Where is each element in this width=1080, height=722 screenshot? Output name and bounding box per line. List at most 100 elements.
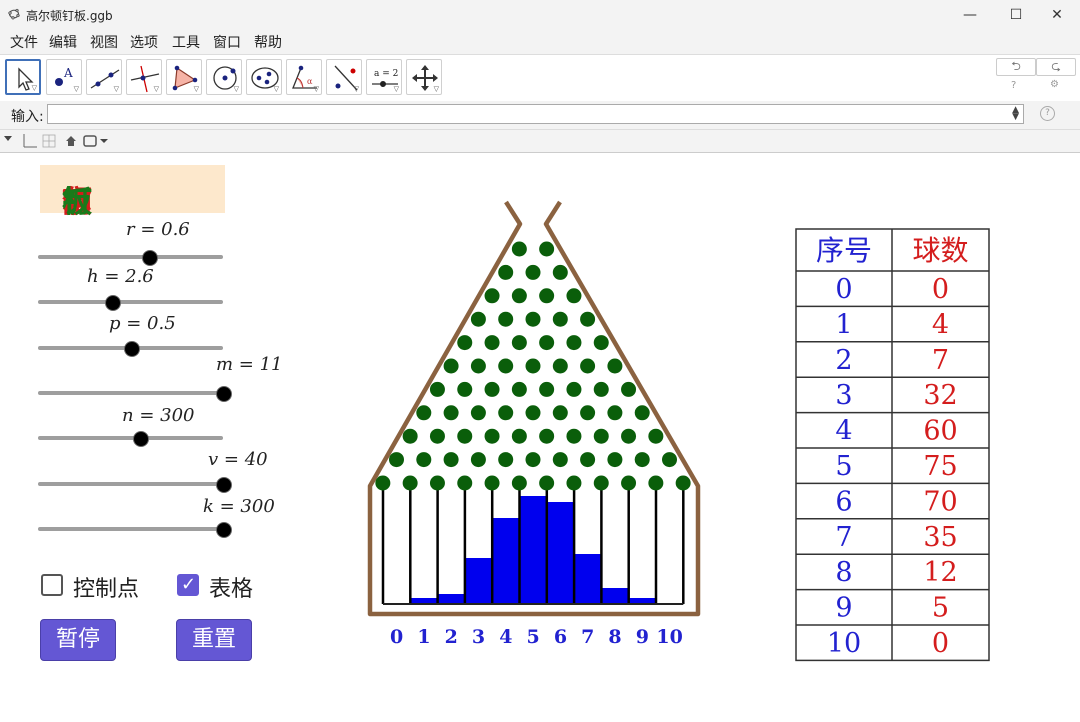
peg: [552, 358, 568, 374]
table-cell: 60: [923, 416, 957, 447]
bin-label: 1: [417, 626, 430, 648]
peg: [648, 428, 664, 444]
peg: [443, 452, 459, 468]
peg: [484, 475, 500, 491]
minimize-button[interactable]: —: [947, 0, 993, 30]
svg-text:A: A: [63, 66, 73, 80]
maximize-button[interactable]: ☐: [993, 0, 1039, 30]
peg: [593, 381, 609, 397]
peg: [484, 428, 500, 444]
title-bar: 高尔顿钉板.ggb — ☐ ✕: [0, 0, 1080, 30]
polygon-tool[interactable]: ▽: [166, 59, 202, 95]
menu-item[interactable]: 帮助: [254, 32, 282, 52]
help-icon[interactable]: ?: [1011, 80, 1016, 91]
graphics-view[interactable]: 高尔顿钉板 r = 0.6 h = 2.6 p = 0.5 m = 11 n = 300…: [0, 153, 1080, 722]
peg: [443, 358, 459, 374]
circle-tool[interactable]: ▽: [206, 59, 242, 95]
peg: [539, 475, 555, 491]
menu-item[interactable]: 窗口: [213, 32, 241, 52]
peg: [389, 452, 404, 468]
peg: [566, 335, 582, 351]
peg: [525, 452, 541, 468]
peg: [566, 428, 582, 444]
bin-label: 2: [445, 626, 458, 648]
peg: [580, 405, 596, 421]
peg: [457, 381, 473, 397]
reflect-tool[interactable]: ▽: [326, 59, 362, 95]
peg: [675, 475, 691, 491]
style-bar-toggle-icon: [4, 136, 12, 141]
menu-item[interactable]: 编辑: [49, 32, 77, 52]
table-cell: 70: [923, 486, 957, 517]
input-field[interactable]: ▲ ▼: [47, 104, 1024, 124]
histogram-bar: [519, 496, 547, 604]
peg: [484, 381, 500, 397]
peg: [634, 405, 650, 421]
bin-label: 5: [527, 626, 540, 648]
table-cell: 12: [923, 557, 957, 588]
line-tool[interactable]: ▽: [86, 59, 122, 95]
move-tool[interactable]: ▽: [5, 59, 41, 95]
toolbar: ▽ A ▽ ▽ ▽ ▽ ▽ ▽ α ▽ ▽ a = 2 ▽ ▽ ⮌ ⮎ ? ⚙: [0, 54, 1080, 102]
conic-tool[interactable]: ▽: [246, 59, 282, 95]
close-button[interactable]: ✕: [1034, 0, 1080, 30]
svg-text:a = 2: a = 2: [374, 69, 398, 79]
point-tool[interactable]: A ▽: [46, 59, 82, 95]
table-cell: 35: [923, 522, 957, 553]
peg: [607, 452, 623, 468]
menu-bar: 文件 编辑 视图 选项 工具 窗口 帮助: [0, 30, 1080, 54]
window-title: 高尔顿钉板.ggb: [26, 9, 113, 23]
table-cell: 4: [835, 416, 852, 447]
menu-item[interactable]: 选项: [130, 32, 158, 52]
peg: [621, 428, 637, 444]
table-cell: 5: [932, 593, 949, 624]
angle-tool[interactable]: α ▽: [286, 59, 322, 95]
peg: [470, 311, 486, 327]
bin-label: 9: [636, 626, 649, 648]
redo-button[interactable]: ⮎: [1036, 58, 1076, 76]
peg: [416, 405, 432, 421]
peg: [457, 475, 473, 491]
peg: [511, 381, 527, 397]
table-cell: 1: [835, 309, 852, 340]
histogram-bar: [437, 594, 465, 604]
peg: [511, 428, 527, 444]
peg: [525, 311, 541, 327]
table-cell: 0: [835, 274, 852, 305]
peg: [429, 475, 445, 491]
peg: [525, 264, 541, 280]
histogram-bar: [492, 518, 520, 604]
peg: [470, 452, 486, 468]
peg: [525, 405, 541, 421]
peg: [607, 405, 623, 421]
peg: [511, 335, 527, 351]
table-cell: 10: [827, 628, 861, 659]
menu-item[interactable]: 工具: [172, 32, 200, 52]
settings-icon[interactable]: ⚙: [1050, 79, 1059, 90]
slider-tool[interactable]: a = 2 ▽: [366, 59, 402, 95]
peg: [457, 428, 473, 444]
menu-item[interactable]: 视图: [90, 32, 118, 52]
peg: [648, 475, 664, 491]
svg-text:α: α: [307, 77, 313, 86]
bin-label: 6: [554, 626, 567, 648]
histogram-bar: [464, 558, 493, 604]
peg: [539, 288, 555, 304]
input-help-icon[interactable]: ?: [1040, 106, 1055, 121]
peg: [552, 405, 568, 421]
table-cell: 7: [932, 345, 949, 376]
peg: [566, 288, 582, 304]
peg: [402, 428, 418, 444]
peg: [580, 358, 596, 374]
peg: [443, 405, 459, 421]
peg: [621, 381, 637, 397]
table-cell: 8: [835, 557, 852, 588]
peg: [552, 264, 568, 280]
input-history-icon[interactable]: ▲ ▼: [1012, 106, 1019, 122]
perpendicular-tool[interactable]: ▽: [126, 59, 162, 95]
peg: [607, 358, 623, 374]
menu-item[interactable]: 文件: [10, 32, 38, 52]
peg: [621, 475, 637, 491]
undo-button[interactable]: ⮌: [996, 58, 1036, 76]
move-view-tool[interactable]: ▽: [406, 59, 442, 95]
